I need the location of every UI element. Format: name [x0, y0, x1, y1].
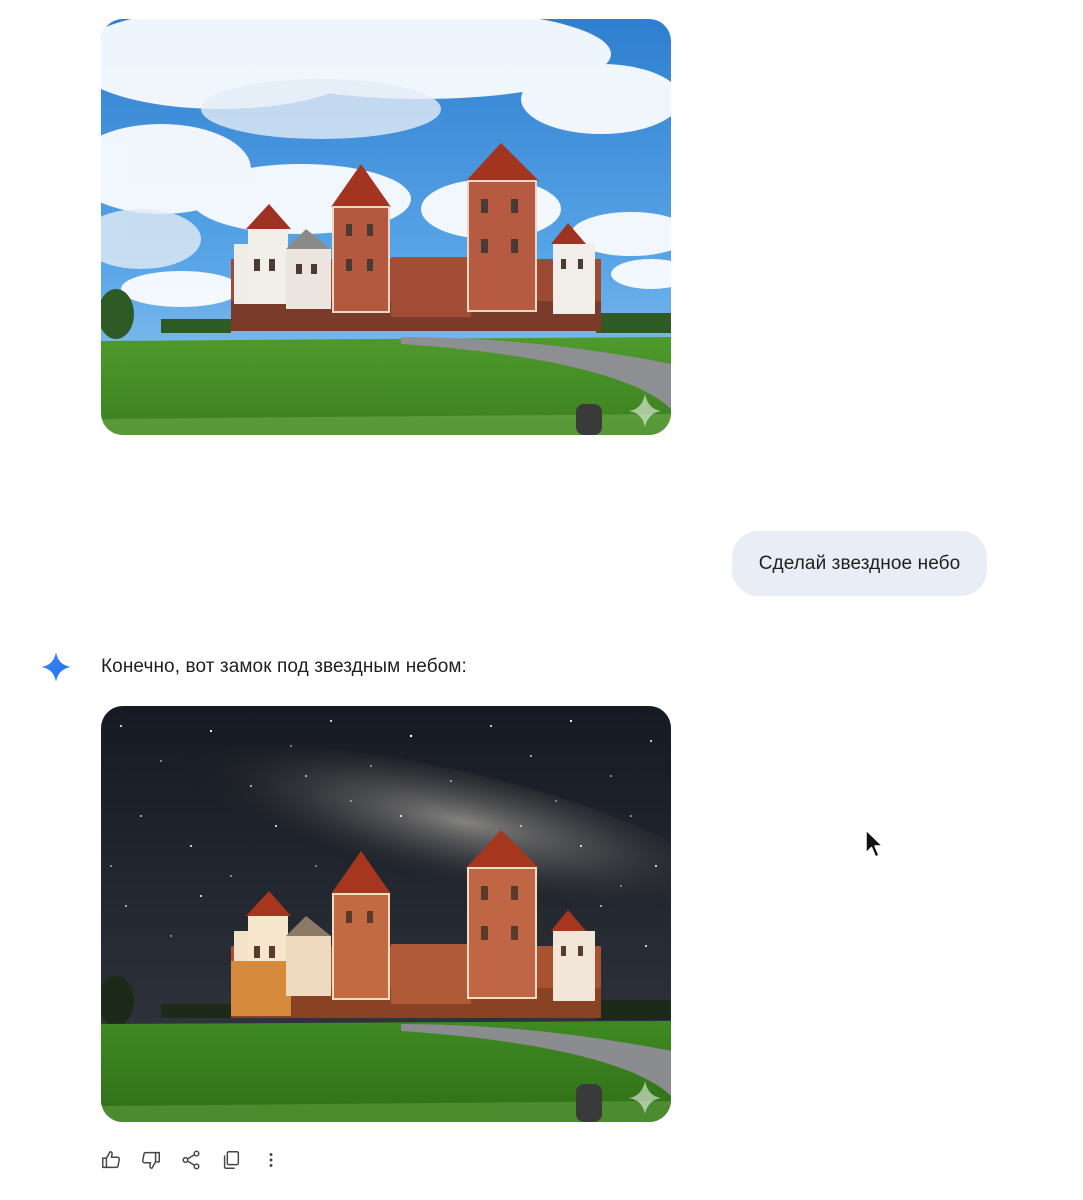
response-actions-bar — [99, 1148, 283, 1172]
original-castle-image[interactable] — [101, 19, 671, 435]
generated-castle-image[interactable] — [101, 706, 671, 1122]
assistant-reply-text: Конечно, вот замок под звездным небом: — [101, 656, 467, 677]
chat-view: Сделай звездное небо Конечно, вот замок … — [0, 0, 1083, 1200]
thumbs-up-icon[interactable] — [99, 1148, 123, 1172]
user-message-bubble: Сделай звездное небо — [732, 531, 987, 596]
mouse-cursor-icon — [865, 829, 884, 858]
more-vert-icon[interactable] — [259, 1148, 283, 1172]
gemini-sparkle-icon — [41, 652, 71, 682]
thumbs-down-icon[interactable] — [139, 1148, 163, 1172]
castle-night-illustration — [101, 706, 671, 1122]
copy-icon[interactable] — [219, 1148, 243, 1172]
share-icon[interactable] — [179, 1148, 203, 1172]
castle-day-illustration — [101, 19, 671, 435]
